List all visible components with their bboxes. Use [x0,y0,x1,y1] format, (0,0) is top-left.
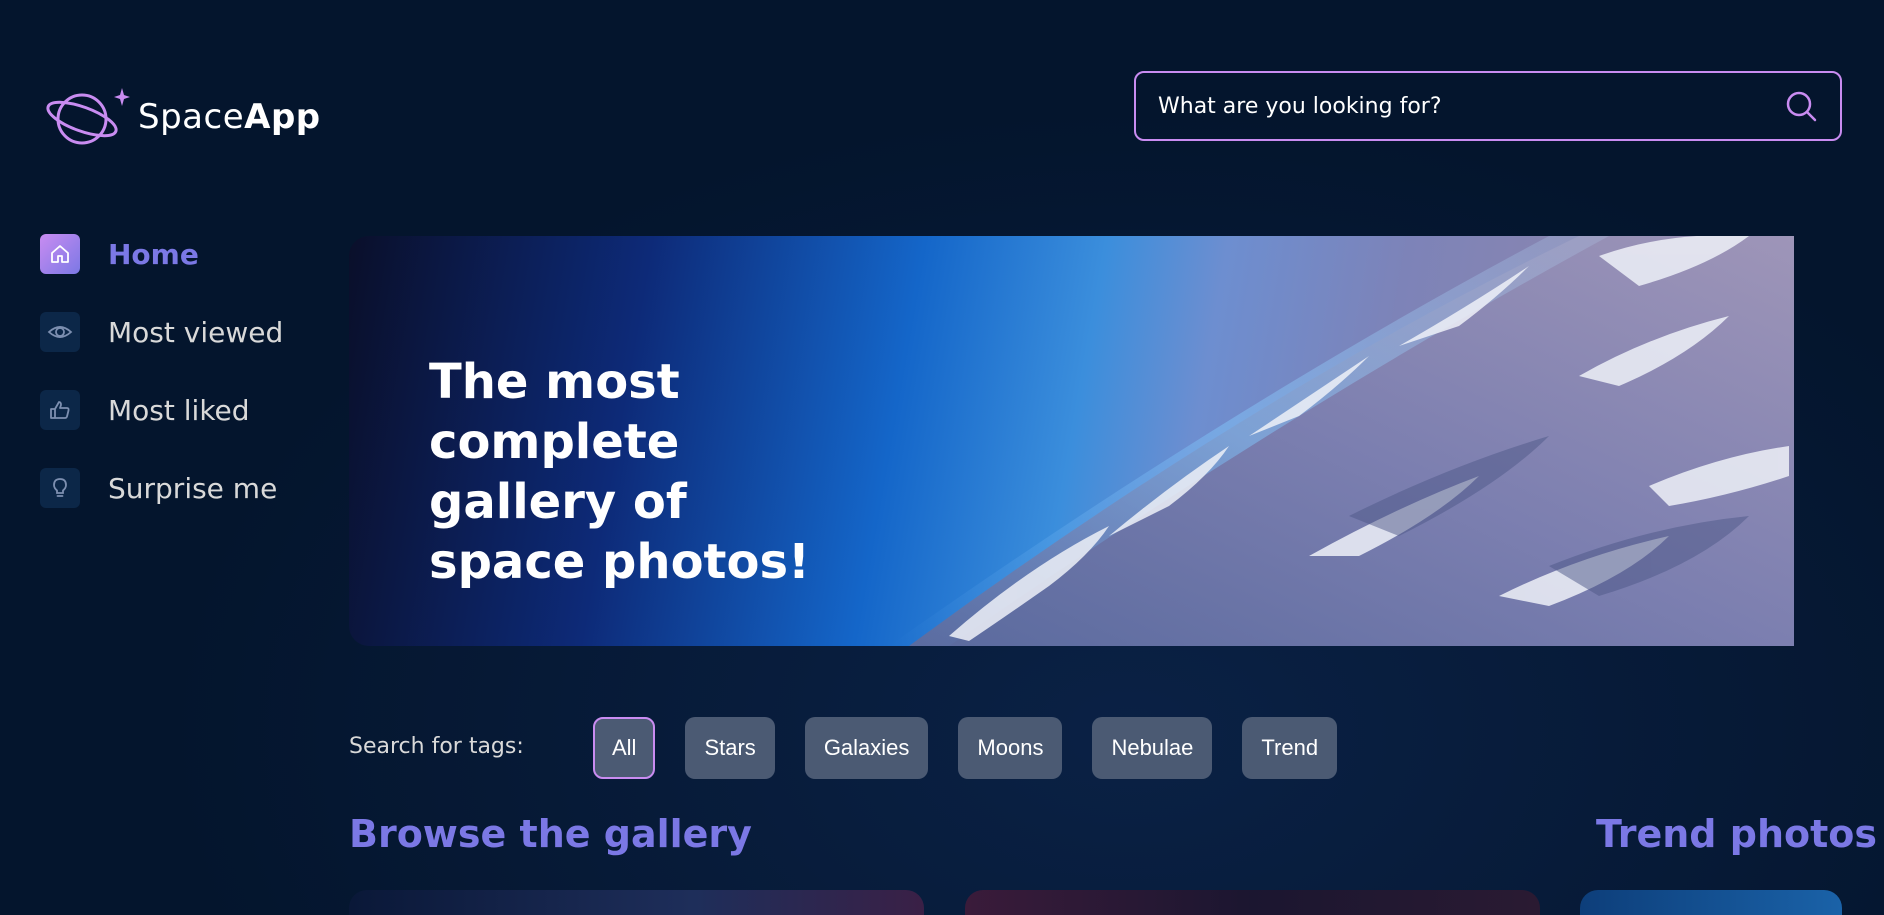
gallery-card[interactable] [965,890,1540,915]
home-icon [40,234,80,274]
trend-card[interactable] [1580,890,1842,915]
lightbulb-icon [40,468,80,508]
tag-moons[interactable]: Moons [958,717,1063,779]
tags-label: Search for tags: [349,734,524,759]
sidebar-item-label: Home [108,237,199,271]
search-icon[interactable] [1784,89,1818,123]
banner-title: The most complete gallery of space photo… [429,354,810,590]
sidebar-item-home[interactable]: Home [40,234,283,274]
browse-gallery-title: Browse the gallery [349,812,752,856]
sidebar-item-most-viewed[interactable]: Most viewed [40,312,283,352]
tag-stars[interactable]: Stars [685,717,775,779]
sidebar-item-most-liked[interactable]: Most liked [40,390,283,430]
app-logo[interactable]: SpaceApp [44,86,321,148]
sidebar-item-label: Most liked [108,393,250,427]
tag-nebulae[interactable]: Nebulae [1092,717,1213,779]
tag-trend[interactable]: Trend [1242,717,1338,779]
search-input[interactable] [1158,93,1784,119]
sidebar-nav: Home Most viewed Most liked Surprise me [40,234,283,546]
sidebar-item-label: Surprise me [108,471,278,505]
sidebar-item-surprise-me[interactable]: Surprise me [40,468,283,508]
planet-logo-icon [46,88,130,145]
tag-all[interactable]: All [593,717,656,779]
trend-photos-title: Trend photos [1596,812,1877,856]
thumbs-up-icon [40,390,80,430]
logo-text: SpaceApp [138,97,321,137]
search-bar[interactable] [1134,71,1842,141]
eye-icon [40,312,80,352]
tag-galaxies[interactable]: Galaxies [804,717,929,779]
sidebar-item-label: Most viewed [108,315,284,349]
tag-list: All Stars Galaxies Moons Nebulae Trend [593,717,1338,779]
gallery-card[interactable] [349,890,924,915]
hero-banner: The most complete gallery of space photo… [349,236,1794,646]
